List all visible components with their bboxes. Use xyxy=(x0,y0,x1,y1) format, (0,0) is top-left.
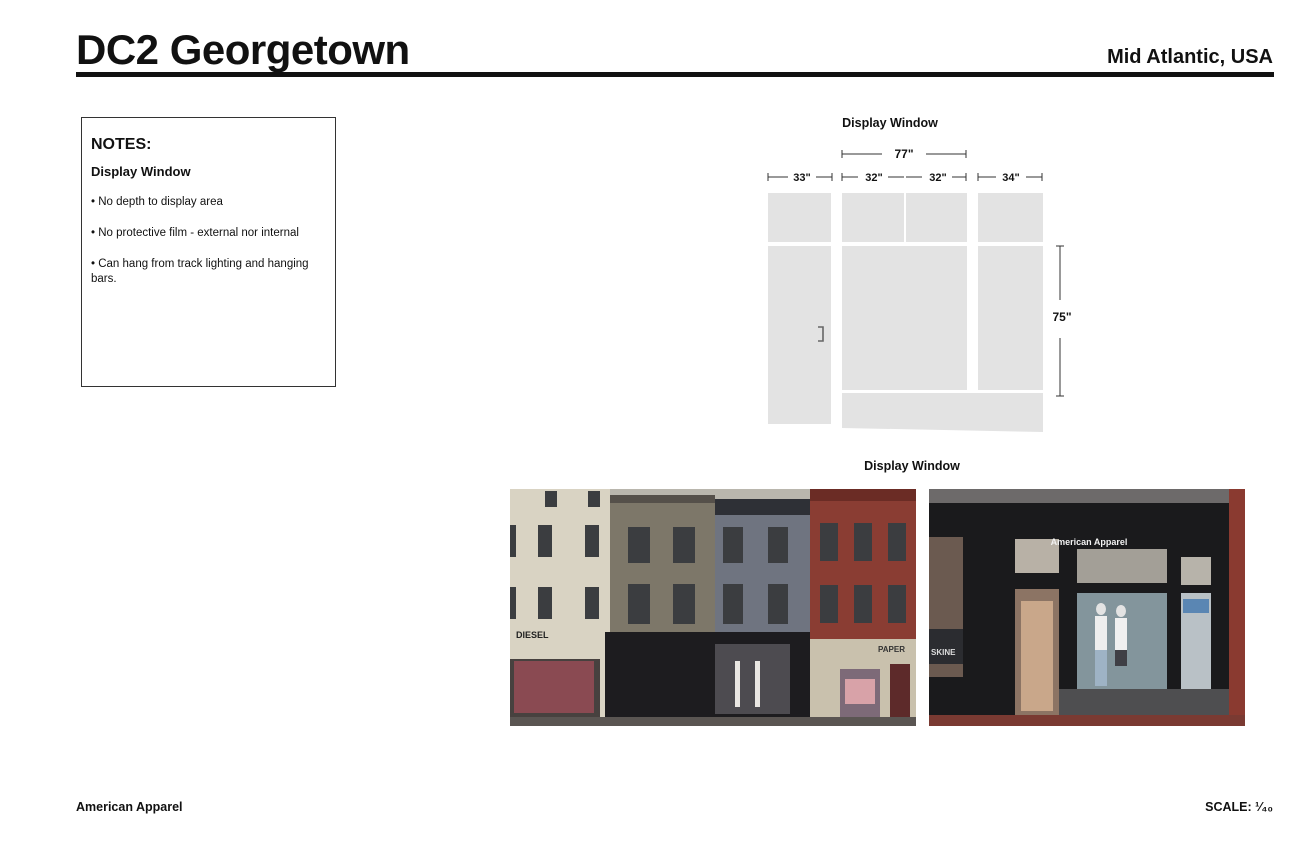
notes-box: NOTES: Display Window No depth to displa… xyxy=(81,117,336,387)
pane-center-top-left xyxy=(842,193,904,242)
dim-total-width: 77" xyxy=(894,147,913,161)
notes-subheading: Display Window xyxy=(91,164,191,179)
storefront-sign: American Apparel xyxy=(1051,537,1128,547)
note-item: Can hang from track lighting and hanging… xyxy=(91,257,326,287)
dim-width-1: 33" xyxy=(793,172,810,184)
sign-paper: PAPER xyxy=(878,645,905,654)
page-title: DC2 Georgetown xyxy=(76,26,410,73)
footer-brand: American Apparel xyxy=(76,800,183,814)
dim-width-4: 34" xyxy=(1002,172,1019,184)
pane-left-main xyxy=(768,246,831,424)
dim-height: 75" xyxy=(1052,310,1071,324)
diagram-title: Display Window xyxy=(842,116,938,130)
dim-width-3: 32" xyxy=(929,172,946,184)
sign-diesel: DIESEL xyxy=(516,630,549,640)
notes-list: No depth to display area No protective f… xyxy=(91,195,326,287)
region-label: Mid Atlantic, USA xyxy=(1107,46,1273,68)
storefront-photo: SKINE American Apparel xyxy=(929,489,1245,726)
header-divider xyxy=(76,72,1274,77)
pane-right-main xyxy=(978,246,1043,390)
notes-heading: NOTES: xyxy=(91,136,152,153)
dim-width-2: 32" xyxy=(865,172,882,184)
sign-skine: SKINE xyxy=(931,648,956,657)
note-item: No protective film - external nor intern… xyxy=(91,226,326,241)
pane-center-main xyxy=(842,246,967,390)
street-view-photo: DIESEL PAPER xyxy=(510,489,916,726)
note-item: No depth to display area xyxy=(91,195,326,210)
display-window-diagram: 77" 33" 32" 32" 34" 75" xyxy=(767,147,1072,432)
pane-bottom-base xyxy=(842,393,1043,432)
footer-scale: SCALE: ¹⁄₄₀ xyxy=(1205,800,1273,814)
pane-center-top-right xyxy=(906,193,967,242)
pane-right-top xyxy=(978,193,1043,242)
pane-left-top xyxy=(768,193,831,242)
photos-title: Display Window xyxy=(864,459,960,473)
